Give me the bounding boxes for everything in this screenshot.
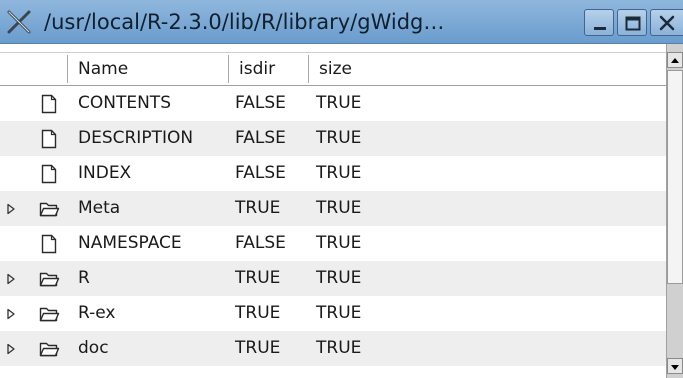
cell-isdir: FALSE	[235, 233, 286, 253]
minimize-button[interactable]	[584, 9, 614, 36]
cell-size: TRUE	[316, 303, 362, 323]
cell-isdir: TRUE	[235, 268, 281, 288]
close-button[interactable]	[650, 9, 683, 36]
vertical-scrollbar[interactable]	[666, 44, 683, 378]
table-row[interactable]: doc TRUE TRUE	[0, 331, 666, 366]
minimize-icon	[594, 27, 606, 30]
cell-name: R	[78, 268, 90, 288]
cell-name: Meta	[78, 198, 121, 218]
cell-isdir: FALSE	[235, 163, 286, 183]
table-row[interactable]: CONTENTS FALSE TRUE	[0, 86, 666, 121]
column-header-name[interactable]: Name	[68, 53, 228, 85]
table-row[interactable]: R-ex TRUE TRUE	[0, 296, 666, 331]
column-header-size[interactable]: size	[309, 53, 429, 85]
file-table-body: CONTENTS FALSE TRUE DESCRIPTION FALSE TR…	[0, 86, 666, 378]
folder-icon	[39, 342, 60, 357]
maximize-button[interactable]	[617, 9, 647, 36]
column-header-isdir[interactable]: isdir	[229, 53, 308, 85]
cell-size: TRUE	[316, 163, 362, 183]
maximize-icon	[625, 16, 641, 31]
arrow-down-icon	[671, 365, 679, 370]
file-icon	[41, 94, 57, 114]
cell-isdir: TRUE	[235, 338, 281, 358]
scroll-up-button[interactable]	[667, 52, 683, 68]
cell-isdir: FALSE	[235, 93, 286, 113]
file-icon	[41, 129, 57, 149]
file-icon	[41, 234, 57, 254]
file-browser-window: /usr/local/R-2.3.0/lib/R/library/gWidg… …	[0, 0, 683, 378]
cell-name: doc	[78, 338, 109, 358]
cell-size: TRUE	[316, 268, 362, 288]
cell-size: TRUE	[316, 93, 362, 113]
cell-size: TRUE	[316, 128, 362, 148]
table-row[interactable]: INDEX FALSE TRUE	[0, 156, 666, 191]
cell-name: R-ex	[78, 303, 116, 323]
scrollbar-thumb[interactable]	[667, 70, 683, 284]
cell-isdir: TRUE	[235, 303, 281, 323]
cell-size: TRUE	[316, 198, 362, 218]
folder-icon	[39, 272, 60, 287]
scroll-down-button[interactable]	[667, 358, 683, 374]
expander-arrow-icon[interactable]	[5, 308, 17, 320]
table-row[interactable]: R TRUE TRUE	[0, 261, 666, 296]
table-row[interactable]: NAMESPACE FALSE TRUE	[0, 226, 666, 261]
window-title: /usr/local/R-2.3.0/lib/R/library/gWidg…	[44, 10, 445, 34]
expander-arrow-icon[interactable]	[5, 273, 17, 285]
cell-isdir: TRUE	[235, 198, 281, 218]
cell-name: INDEX	[78, 163, 132, 183]
cell-name: NAMESPACE	[78, 233, 182, 253]
cell-name: CONTENTS	[78, 93, 171, 113]
table-row[interactable]: Meta TRUE TRUE	[0, 191, 666, 226]
cell-size: TRUE	[316, 233, 362, 253]
expander-arrow-icon[interactable]	[5, 203, 17, 215]
column-header-row: Name isdir size	[0, 52, 666, 86]
x-app-icon[interactable]	[6, 9, 32, 35]
arrow-up-icon	[671, 58, 679, 63]
expander-arrow-icon[interactable]	[5, 343, 17, 355]
folder-icon	[39, 307, 60, 322]
cell-name: DESCRIPTION	[78, 128, 194, 148]
close-icon	[659, 15, 675, 31]
table-row[interactable]: DESCRIPTION FALSE TRUE	[0, 121, 666, 156]
cell-isdir: FALSE	[235, 128, 286, 148]
folder-icon	[39, 202, 60, 217]
cell-size: TRUE	[316, 338, 362, 358]
file-icon	[41, 164, 57, 184]
title-bar[interactable]: /usr/local/R-2.3.0/lib/R/library/gWidg…	[0, 0, 683, 44]
